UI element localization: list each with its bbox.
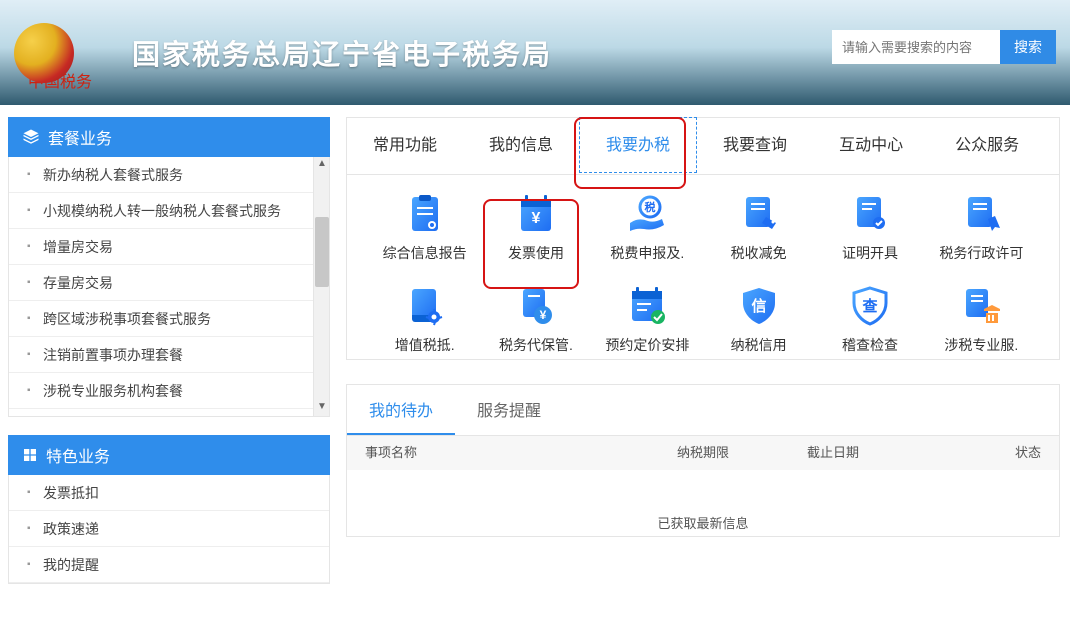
grid-label: 证明开具 [814,243,925,263]
grid-cert-issue[interactable]: 证明开具 [814,193,925,263]
svg-text:¥: ¥ [540,308,547,322]
th-name: 事项名称 [365,436,677,470]
grid-comprehensive-report[interactable]: 综合信息报告 [369,193,480,263]
svg-text:¥: ¥ [532,210,541,227]
table-header: 事项名称 纳税期限 截止日期 状态 [347,436,1059,470]
sidebar-item[interactable]: 存量房交易 [9,265,329,301]
tab-common[interactable]: 常用功能 [347,118,463,174]
sidebar-title-featured: 特色业务 [46,443,110,467]
function-grid: 综合信息报告 ¥ 发票使用 税 税费申报及. [347,175,1059,359]
grid-label: 税收减免 [703,243,814,263]
sidebar-item[interactable]: 新办纳税人套餐式服务 [9,157,329,193]
grid-label: 税费申报及. [592,243,703,263]
table-body: 已获取最新信息 [347,470,1059,536]
doc-coin-icon: ¥ [513,285,559,327]
grid-label: 税务行政许可 [926,243,1037,263]
grid-label: 综合信息报告 [369,243,480,263]
shield-audit-icon: 查 [847,285,893,327]
doc-gear-icon [402,285,448,327]
tab-handle-tax[interactable]: 我要办税 [579,117,697,173]
main-tabs-panel: 常用功能 我的信息 我要办税 我要查询 互动中心 公众服务 综合信息报告 ¥ [346,117,1060,360]
sidebar-item[interactable]: 发票抵扣 [9,475,329,511]
layers-icon [22,128,40,146]
sidebar-item[interactable]: 小规模纳税人转一般纳税人套餐式服务 [9,193,329,229]
lower-panel: 我的待办 服务提醒 事项名称 纳税期限 截止日期 状态 已获取最新信息 [346,384,1060,537]
grid-label: 纳税信用 [703,335,814,355]
grid-label: 增值税抵. [369,335,480,355]
calendar-yen-icon: ¥ [513,193,559,235]
grid-vat-deduct[interactable]: 增值税抵. [369,285,480,355]
grid-label: 发票使用 [480,243,591,263]
tab-query[interactable]: 我要查询 [697,118,813,174]
svg-text:信: 信 [751,297,766,315]
sidebar-title-packages: 套餐业务 [48,125,112,149]
sidebar-item[interactable]: 注销前置事项办理套餐 [9,337,329,373]
grid-invoice-use[interactable]: ¥ 发票使用 [480,193,591,263]
tab-myinfo[interactable]: 我的信息 [463,118,579,174]
sidebar-list-packages: 新办纳税人套餐式服务 小规模纳税人转一般纳税人套餐式服务 增量房交易 存量房交易… [8,157,330,417]
calendar-check-icon [624,285,670,327]
sidebar-header-featured: 特色业务 [8,435,330,475]
sidebar-item[interactable]: 我的提醒 [9,547,329,583]
scroll-thumb[interactable] [315,217,329,287]
table-empty-msg: 已获取最新信息 [347,513,1059,532]
tab-public[interactable]: 公众服务 [929,118,1045,174]
hand-coin-icon: 税 [624,193,670,235]
search-input[interactable] [832,30,1000,64]
search-form: 搜索 [832,30,1056,64]
search-button[interactable]: 搜索 [1000,30,1056,64]
svg-text:查: 查 [862,297,878,315]
grid-admin-permit[interactable]: 税务行政许可 [926,193,1037,263]
sidebar-item[interactable]: 跨区域涉税事项套餐式服务 [9,301,329,337]
scroll-down-icon[interactable]: ▼ [314,400,330,416]
th-deadline: 截止日期 [807,436,937,470]
grid-icon [22,447,38,463]
site-title: 国家税务总局辽宁省电子税务局 [132,33,552,73]
doc-building-icon [958,285,1004,327]
th-period: 纳税期限 [677,436,807,470]
permit-icon [958,193,1004,235]
grid-label: 税务代保管. [480,335,591,355]
main-tab-nav: 常用功能 我的信息 我要办税 我要查询 互动中心 公众服务 [347,118,1059,175]
sidebar-item[interactable]: 政策速递 [9,511,329,547]
sidebar-item[interactable]: 增量房交易 [9,229,329,265]
svg-text:税: 税 [645,200,656,214]
th-status: 状态 [937,436,1041,470]
site-header: 中国税务 国家税务总局辽宁省电子税务局 搜索 [0,0,1070,105]
sidebar-section-featured: 特色业务 发票抵扣 政策速递 我的提醒 [8,435,330,584]
clipboard-icon [402,193,448,235]
grid-custody[interactable]: ¥ 税务代保管. [480,285,591,355]
shield-trust-icon: 信 [736,285,782,327]
lower-tab-nav: 我的待办 服务提醒 [347,385,1059,436]
sidebar-section-packages: 套餐业务 新办纳税人套餐式服务 小规模纳税人转一般纳税人套餐式服务 增量房交易 … [8,117,330,417]
tab-interact[interactable]: 互动中心 [813,118,929,174]
grid-tax-reduce[interactable]: 税收减免 [703,193,814,263]
sidebar-header-packages: 套餐业务 [8,117,330,157]
sidebar-list-featured: 发票抵扣 政策速递 我的提醒 [8,475,330,584]
scrollbar[interactable]: ▲ ▼ [313,157,329,416]
tab-service-alert[interactable]: 服务提醒 [455,385,563,435]
grid-tax-declare[interactable]: 税 税费申报及. [592,193,703,263]
grid-label: 预约定价安排 [592,335,703,355]
grid-appointment[interactable]: 预约定价安排 [592,285,703,355]
grid-audit[interactable]: 查 稽查检查 [814,285,925,355]
grid-credit[interactable]: 信 纳税信用 [703,285,814,355]
grid-label: 涉税专业服. [926,335,1037,355]
scroll-up-icon[interactable]: ▲ [314,157,330,173]
sidebar-item[interactable]: 涉税专业服务机构套餐 [9,373,329,409]
tab-my-todo[interactable]: 我的待办 [347,385,455,435]
tag-doc-icon [736,193,782,235]
emblem-logo [14,23,74,83]
grid-label: 稽查检查 [814,335,925,355]
cert-icon [847,193,893,235]
grid-tax-service[interactable]: 涉税专业服. [926,285,1037,355]
